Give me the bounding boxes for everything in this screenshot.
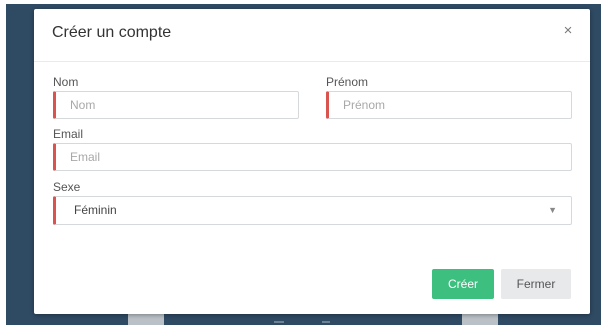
- email-input[interactable]: [70, 144, 571, 170]
- close-icon[interactable]: ×: [560, 23, 576, 39]
- create-account-modal: Créer un compte × Nom Prénom Email Sexe …: [34, 9, 590, 314]
- email-field[interactable]: [53, 143, 572, 171]
- background-element-left: [128, 314, 164, 325]
- nom-input[interactable]: [70, 92, 298, 118]
- sexe-selected-value: Féminin: [74, 203, 117, 217]
- sexe-label: Sexe: [53, 180, 81, 194]
- nom-field[interactable]: [53, 91, 299, 119]
- background-mark: [322, 321, 330, 323]
- nom-label: Nom: [53, 75, 79, 89]
- prenom-label: Prénom: [326, 75, 369, 89]
- sexe-select[interactable]: Féminin ▼: [53, 196, 572, 225]
- close-button[interactable]: Fermer: [501, 269, 571, 299]
- modal-title: Créer un compte: [52, 24, 172, 41]
- prenom-input[interactable]: [343, 92, 571, 118]
- chevron-down-icon: ▼: [548, 205, 557, 215]
- background-mark: [274, 321, 284, 323]
- create-button[interactable]: Créer: [432, 269, 494, 299]
- modal-header: Créer un compte ×: [34, 9, 590, 62]
- prenom-field[interactable]: [326, 91, 572, 119]
- background-element-right: [462, 314, 498, 325]
- email-label: Email: [53, 127, 84, 141]
